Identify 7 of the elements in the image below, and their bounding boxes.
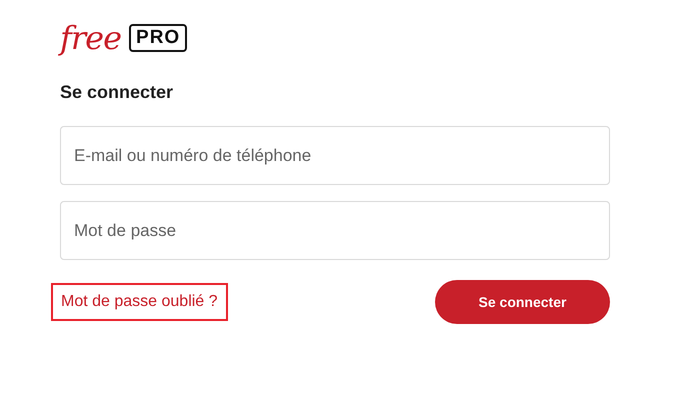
input-field[interactable]: E-mail ou numéro de téléphone (60, 126, 610, 185)
input-field[interactable]: Mot de passe (60, 201, 610, 260)
login-button[interactable]: Se connecter (435, 280, 610, 324)
forgot-password-link[interactable]: Mot de passe oublié ? (51, 283, 228, 321)
brand-logo: free (60, 22, 122, 54)
pro-label: PRO (129, 24, 188, 52)
form-title: Se connecter (60, 81, 174, 103)
